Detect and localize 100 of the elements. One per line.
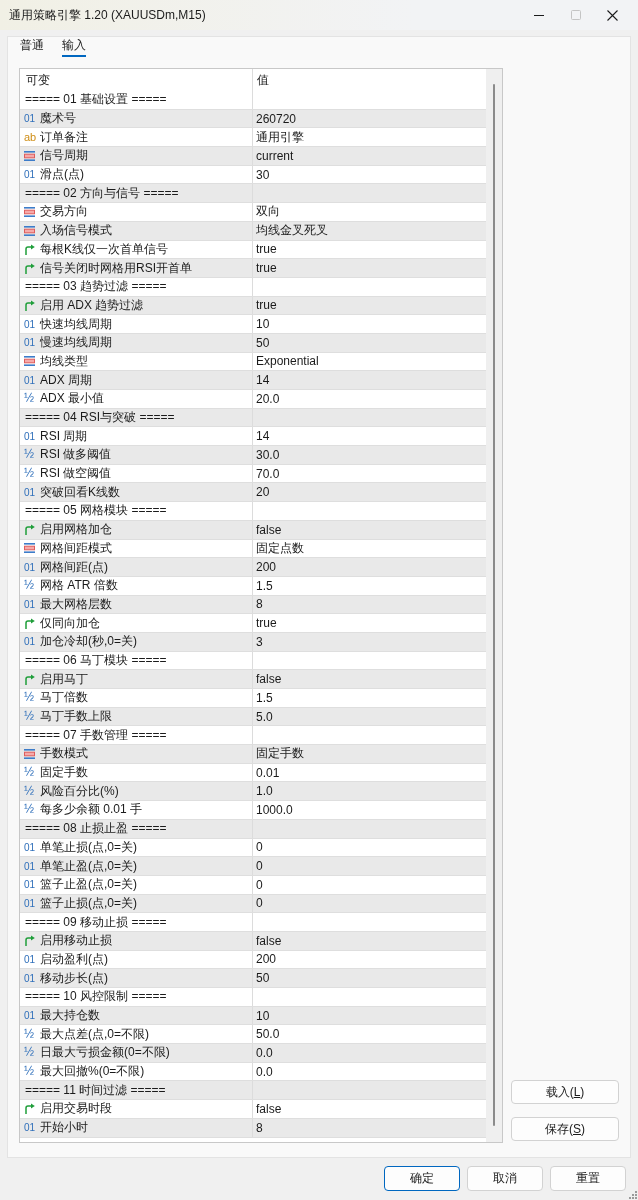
table-row[interactable]: ===== 11 时间过滤 ===== <box>20 1081 486 1101</box>
table-row[interactable]: ===== 02 方向与信号 ===== <box>20 184 486 204</box>
tab[interactable]: 普通 <box>20 37 44 57</box>
table-row[interactable]: ½ 马丁倍数 1.5 <box>20 689 486 708</box>
table-row[interactable]: ===== 05 网格模块 ===== <box>20 502 486 521</box>
parameter-name: 单笔止盈(点,0=关) <box>40 857 137 875</box>
parameter-value[interactable]: 0.0 <box>256 1064 273 1079</box>
scrollbar-thumb[interactable] <box>493 84 495 1126</box>
parameter-value[interactable]: 0 <box>256 877 263 892</box>
resize-grip-icon[interactable] <box>629 1191 637 1199</box>
parameter-value[interactable]: current <box>256 148 294 163</box>
parameter-value[interactable]: 1000.0 <box>256 802 293 817</box>
parameter-value[interactable]: true <box>256 298 277 313</box>
parameter-value[interactable]: 通用引擎 <box>256 128 304 146</box>
parameter-value[interactable]: 0.01 <box>256 765 280 780</box>
parameter-name: 慢速均线周期 <box>40 334 112 352</box>
parameter-value[interactable]: false <box>256 522 282 537</box>
table-row[interactable]: ab 订单备注 通用引擎 <box>20 128 486 148</box>
parameter-name: 最大点差(点,0=不限) <box>40 1025 149 1043</box>
parameter-value[interactable]: 50.0 <box>256 1027 280 1042</box>
table-row[interactable]: 信号关闭时网格用RSI开首单 true <box>20 259 486 278</box>
table-row[interactable]: ½ ADX 最小值 20.0 <box>20 390 486 409</box>
parameter-value[interactable]: 30.0 <box>256 447 280 462</box>
parameter-name: 网格间距模式 <box>40 539 112 557</box>
parameter-value[interactable]: true <box>256 242 277 257</box>
table-row[interactable]: 手数模式 固定手数 <box>20 745 486 764</box>
table-row[interactable]: 01 网格间距(点) 200 <box>20 558 486 577</box>
parameter-value[interactable]: 8 <box>256 597 263 612</box>
table-row[interactable]: 启用马丁 false <box>20 670 486 689</box>
table-row[interactable]: ===== 09 移动止损 ===== <box>20 913 486 932</box>
parameter-value[interactable]: 8 <box>256 1120 263 1135</box>
parameter-value[interactable]: 50 <box>256 971 270 986</box>
table-row[interactable]: ===== 10 风控限制 ===== <box>20 988 486 1007</box>
table-row[interactable]: 启用交易时段 false <box>20 1100 486 1119</box>
save-button[interactable]: 保存(S) <box>511 1117 619 1141</box>
parameter-value[interactable]: 双向 <box>256 203 280 221</box>
table-row[interactable]: ½ 日最大亏损金额(0=不限) 0.0 <box>20 1044 486 1063</box>
table-row[interactable]: ===== 07 手数管理 ===== <box>20 726 486 746</box>
parameter-value[interactable]: false <box>256 672 282 687</box>
table-row[interactable]: 仅同向加仓 true <box>20 614 486 633</box>
parameter-value[interactable]: 70.0 <box>256 466 280 481</box>
table-row[interactable]: ½ 最大点差(点,0=不限) 50.0 <box>20 1025 486 1045</box>
cancel-button[interactable]: 取消 <box>467 1166 543 1191</box>
parameter-value[interactable]: true <box>256 616 277 631</box>
load-button[interactable]: 载入(L) <box>511 1080 619 1104</box>
parameter-value[interactable]: 3 <box>256 634 263 649</box>
arrow-icon <box>24 1103 35 1115</box>
parameter-value[interactable]: 固定点数 <box>256 539 304 557</box>
parameter-value[interactable]: 200 <box>256 952 277 967</box>
parameter-name: RSI 做空阈值 <box>40 465 112 483</box>
table-row[interactable]: 01 单笔止盈(点,0=关) 0 <box>20 857 486 876</box>
parameter-value[interactable]: 10 <box>256 317 270 332</box>
type-glyph: 01 <box>24 972 36 984</box>
parameter-value[interactable]: true <box>256 261 277 276</box>
section-header: ===== 01 基础设置 ===== <box>24 91 167 109</box>
parameter-value[interactable]: 固定手数 <box>256 745 304 763</box>
parameter-value[interactable]: false <box>256 1101 282 1116</box>
parameter-value[interactable]: 5.0 <box>256 709 273 724</box>
table-row[interactable]: 01 ADX 周期 14 <box>20 371 486 390</box>
section-header: ===== 09 移动止损 ===== <box>24 913 167 931</box>
table-row[interactable]: ½ 每多少余额 0.01 手 1000.0 <box>20 801 486 820</box>
table-row[interactable]: 信号周期 current <box>20 147 486 166</box>
table-row[interactable]: ½ RSI 做多阈值 30.0 <box>20 446 486 465</box>
table-row[interactable]: 01 移动步长(点) 50 <box>20 969 486 988</box>
ok-button[interactable]: 确定 <box>384 1166 460 1191</box>
parameter-value[interactable]: Exponential <box>256 354 319 369</box>
parameter-value[interactable]: 0 <box>256 896 263 911</box>
parameter-value[interactable]: 0 <box>256 840 263 855</box>
parameter-value[interactable]: 0 <box>256 859 263 874</box>
reset-button[interactable]: 重置 <box>550 1166 626 1191</box>
parameter-value[interactable]: 1.5 <box>256 578 273 593</box>
parameter-name: RSI 周期 <box>40 427 88 445</box>
parameter-value[interactable]: 均线金叉死叉 <box>256 222 328 240</box>
parameter-value[interactable]: 260720 <box>256 111 297 126</box>
section-header: ===== 02 方向与信号 ===== <box>24 184 179 202</box>
parameter-value[interactable]: 50 <box>256 335 270 350</box>
table-row[interactable]: 01 突破回看K线数 20 <box>20 483 486 503</box>
parameter-value[interactable]: 0.0 <box>256 1045 273 1060</box>
type-glyph: 01 <box>24 1122 36 1134</box>
parameter-value[interactable]: 20.0 <box>256 391 280 406</box>
parameter-value[interactable]: 200 <box>256 560 277 575</box>
type-glyph: ½ <box>24 767 34 779</box>
parameter-value[interactable]: 1.0 <box>256 784 273 799</box>
list-icon <box>24 356 35 367</box>
scrollbar-track[interactable] <box>486 69 502 1142</box>
parameter-value[interactable]: false <box>256 933 282 948</box>
table-row[interactable]: 01 RSI 周期 14 <box>20 427 486 447</box>
parameter-value[interactable]: 20 <box>256 485 270 500</box>
table-row[interactable]: ===== 01 基础设置 ===== <box>20 91 486 110</box>
parameter-value[interactable]: 30 <box>256 167 270 182</box>
table-row[interactable]: ½ 风险百分比(%) 1.0 <box>20 782 486 802</box>
table-row[interactable]: 01 快速均线周期 10 <box>20 315 486 334</box>
table-row[interactable]: 交易方向 双向 <box>20 203 486 222</box>
parameter-value[interactable]: 14 <box>256 373 270 388</box>
parameter-value[interactable]: 10 <box>256 1008 270 1023</box>
parameter-value[interactable]: 14 <box>256 429 270 444</box>
column-header[interactable]: 值 <box>253 69 486 91</box>
parameter-value[interactable]: 1.5 <box>256 690 273 705</box>
type-glyph: ½ <box>24 711 34 723</box>
tab[interactable]: 输入 <box>62 37 86 57</box>
